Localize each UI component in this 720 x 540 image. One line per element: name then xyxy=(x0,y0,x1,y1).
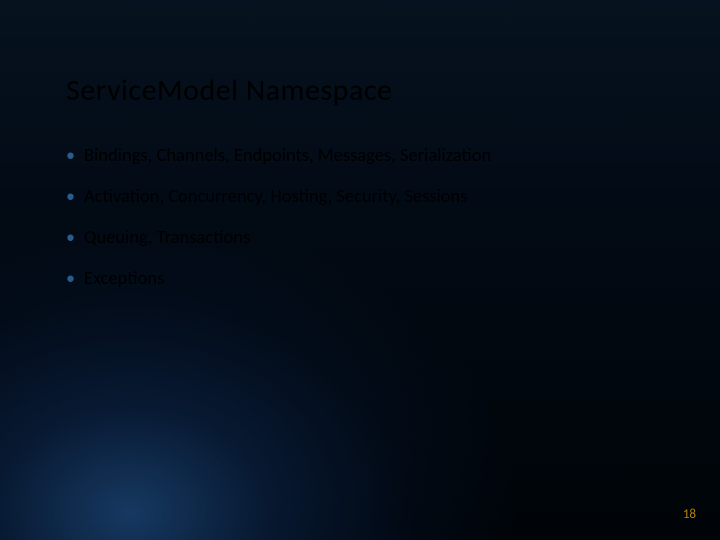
bullet-item: Bindings, Channels, Endpoints, Messages,… xyxy=(66,143,654,168)
slide-title: ServiceModel Namespace xyxy=(66,72,654,109)
page-number: 18 xyxy=(683,507,696,522)
bullet-list: Bindings, Channels, Endpoints, Messages,… xyxy=(66,143,654,291)
bullet-item: Exceptions xyxy=(66,266,654,291)
bullet-item: Activation, Concurrency, Hosting, Securi… xyxy=(66,184,654,209)
bullet-item: Queuing, Transactions xyxy=(66,225,654,250)
slide: ServiceModel Namespace Bindings, Channel… xyxy=(0,0,720,540)
